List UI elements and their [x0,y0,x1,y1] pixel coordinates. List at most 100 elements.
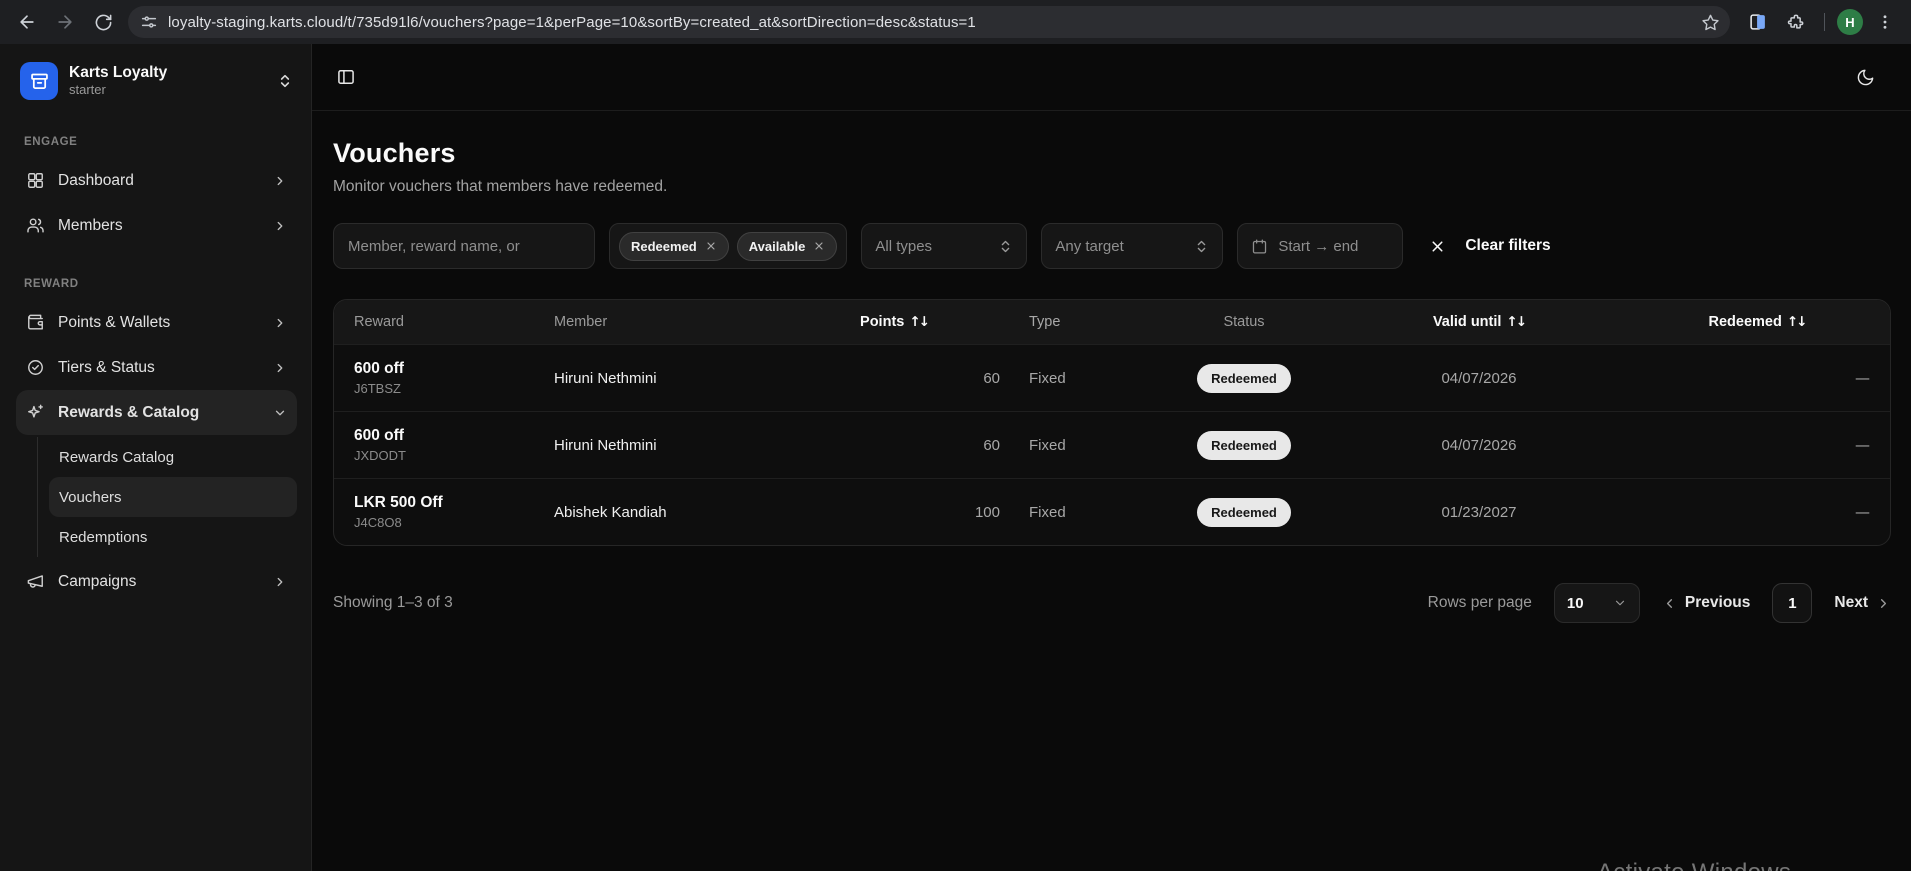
page-subtitle: Monitor vouchers that members have redee… [333,178,1891,196]
back-arrow-icon [17,12,37,32]
extensions-icon[interactable] [1780,6,1812,38]
chip-remove-icon[interactable] [705,240,717,252]
sidebar-item-points-wallets[interactable]: Points & Wallets [16,300,297,345]
sidebar-item-label: Points & Wallets [58,314,170,332]
rows-per-page-select[interactable]: 10 [1554,583,1640,623]
header-points[interactable]: Points↑↓ [774,314,1014,330]
chevron-right-icon [1876,596,1891,611]
sidebar-item-tiers-status[interactable]: Tiers & Status [16,345,297,390]
valid-until-date: 01/23/2027 [1334,504,1624,521]
page-title: Vouchers [333,138,1891,169]
browser-chrome: loyalty-staging.karts.cloud/t/735d91l6/v… [0,0,1911,44]
type-select[interactable]: All types [861,223,1027,269]
sidebar-item-label: Campaigns [58,573,136,591]
filters-bar: Redeemed Available All types Any tar [333,223,1891,269]
table-header-row: Reward Member Points↑↓ Type Status Valid… [334,300,1890,344]
dark-mode-moon-icon[interactable] [1856,68,1875,87]
search-input[interactable] [333,223,595,269]
header-valid-until[interactable]: Valid until↑↓ [1334,314,1624,330]
date-range-text: Start → end [1278,238,1358,255]
rewards-catalog-submenu: Rewards Catalog Vouchers Redemptions [37,437,297,557]
header-reward: Reward [334,314,546,330]
reward-type: Fixed [1014,370,1154,387]
status-multiselect[interactable]: Redeemed Available [609,223,847,269]
reward-name: 600 off [354,427,538,445]
url-bar[interactable]: loyalty-staging.karts.cloud/t/735d91l6/v… [128,6,1730,38]
status-chip-redeemed[interactable]: Redeemed [619,232,729,261]
sparkles-icon [26,403,45,422]
table-row[interactable]: LKR 500 Off J4C8O8 Abishek Kandiah 100 F… [334,478,1890,545]
chevron-right-icon [273,361,287,375]
sidebar-subitem-label: Redemptions [59,529,147,546]
sidebar-item-rewards-catalog-group[interactable]: Rewards & Catalog [16,390,297,435]
reward-name: 600 off [354,360,538,378]
chip-label: Redeemed [631,239,697,254]
header-redeemed[interactable]: Redeemed↑↓ [1624,314,1890,330]
type-select-value: All types [875,238,932,255]
next-page-button[interactable]: Next [1834,594,1891,612]
back-button[interactable] [10,5,44,39]
chevrons-up-down-icon [277,73,293,89]
sidebar-subitem-label: Vouchers [59,489,122,506]
sidebar-item-members[interactable]: Members [16,203,297,248]
sidebar-item-label: Tiers & Status [58,359,155,377]
reward-type: Fixed [1014,437,1154,454]
results-summary: Showing 1–3 of 3 [333,594,453,612]
sidebar-item-label: Members [58,217,123,235]
table-row[interactable]: 600 off J6TBSZ Hiruni Nethmini 60 Fixed … [334,344,1890,411]
chevron-right-icon [273,219,287,233]
member-name: Hiruni Nethmini [546,370,774,387]
redeemed-date: — [1624,436,1890,454]
sidebar-toggle-icon[interactable] [336,67,356,87]
url-text[interactable]: loyalty-staging.karts.cloud/t/735d91l6/v… [168,14,1696,31]
status-badge: Redeemed [1197,431,1291,460]
workspace-plan: starter [69,83,167,98]
voucher-code: J4C8O8 [354,515,538,530]
forward-button[interactable] [48,5,82,39]
previous-page-button[interactable]: Previous [1662,594,1750,612]
chevron-down-icon [273,406,287,420]
date-range-picker[interactable]: Start → end [1237,223,1403,269]
rows-per-page-value: 10 [1567,595,1584,612]
sidebar-item-dashboard[interactable]: Dashboard [16,158,297,203]
chevron-right-icon [273,575,287,589]
table-row[interactable]: 600 off JXDODT Hiruni Nethmini 60 Fixed … [334,411,1890,478]
current-page-number[interactable]: 1 [1772,583,1812,623]
status-badge: Redeemed [1197,364,1291,393]
sidebar-subitem-rewards-catalog[interactable]: Rewards Catalog [49,437,297,477]
points-value: 100 [774,504,1014,521]
sidebar-item-campaigns[interactable]: Campaigns [16,559,297,604]
reload-button[interactable] [86,5,120,39]
voucher-code: JXDODT [354,448,538,463]
status-chip-available[interactable]: Available [737,232,838,261]
chip-remove-icon[interactable] [813,240,825,252]
voucher-code: J6TBSZ [354,381,538,396]
reward-type: Fixed [1014,504,1154,521]
sidebar-subitem-redemptions[interactable]: Redemptions [49,517,297,557]
target-select[interactable]: Any target [1041,223,1223,269]
main-content: Vouchers Monitor vouchers that members h… [312,44,1911,871]
header-member: Member [546,314,774,330]
side-panel-icon[interactable] [1742,6,1774,38]
reward-name: LKR 500 Off [354,494,538,512]
workspace-logo-icon [20,62,58,100]
sort-arrows-icon: ↑↓ [909,314,928,330]
site-settings-icon[interactable] [140,13,158,31]
sidebar: Karts Loyalty starter ENGAGE Dashboard M… [0,44,312,871]
member-name: Hiruni Nethmini [546,437,774,454]
workspace-switcher[interactable]: Karts Loyalty starter [16,56,297,106]
profile-avatar[interactable]: H [1837,9,1863,35]
clear-filters-button[interactable]: Clear filters [1429,237,1550,255]
reload-icon [94,13,113,32]
section-label-engage: ENGAGE [24,136,289,148]
sidebar-subitem-vouchers[interactable]: Vouchers [49,477,297,517]
table-footer: Showing 1–3 of 3 Rows per page 10 Previo… [333,583,1891,623]
header-type: Type [1014,314,1154,330]
points-value: 60 [774,370,1014,387]
menu-kebab-icon[interactable] [1869,6,1901,38]
close-icon [1429,238,1446,255]
target-select-value: Any target [1055,238,1123,255]
sidebar-item-label: Rewards & Catalog [58,404,199,422]
bookmark-star-icon[interactable] [1696,8,1724,36]
header-status: Status [1154,314,1334,330]
